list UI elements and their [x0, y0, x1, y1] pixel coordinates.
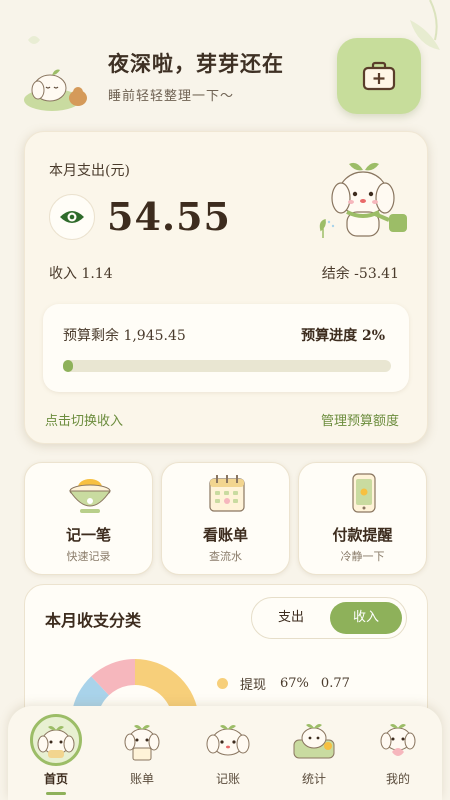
- legend-name: 提现: [240, 678, 267, 693]
- budget-progress-text: 预算进度 2%: [301, 328, 385, 344]
- income-value: 收入 1.14: [49, 266, 113, 282]
- tab-income[interactable]: 收入: [330, 602, 402, 634]
- active-indicator: [46, 792, 66, 795]
- nav-home[interactable]: 首页: [18, 706, 94, 800]
- budget-remaining: 预算剩余 1,945.45: [63, 328, 186, 344]
- first-aid-kit-icon: [362, 61, 396, 91]
- budget-progress-fill: [63, 360, 73, 372]
- nav-stats-label: 统计: [301, 772, 326, 786]
- puppy-profile-icon: [380, 724, 416, 756]
- nav-bill-label: 账单: [129, 772, 154, 786]
- puppy-stats-icon: [293, 724, 335, 759]
- phone-icon: [352, 473, 376, 513]
- monthly-expense-label: 本月支出(元): [49, 163, 130, 179]
- quick-record-card[interactable]: 记一笔 快速记录: [24, 462, 153, 575]
- greeting-title: 夜深啦，芽芽还在: [108, 51, 284, 76]
- monthly-summary-card: 本月支出(元) 54.55 收入 1.14 结余 -53.41 预算剩余 1,9…: [24, 131, 428, 444]
- tab-expense[interactable]: 支出: [256, 602, 326, 634]
- nav-record[interactable]: 记账: [190, 706, 266, 800]
- legend-value: 0.77: [320, 676, 350, 691]
- rice-bowl-icon: [69, 479, 111, 513]
- nav-bill[interactable]: 账单: [104, 706, 180, 800]
- puppy-bill-icon: [124, 725, 160, 761]
- view-bill-title: 看账单: [202, 526, 248, 544]
- visibility-toggle-button[interactable]: [49, 194, 95, 240]
- eye-icon: [60, 211, 84, 223]
- budget-panel: 预算剩余 1,945.45 预算进度 2%: [43, 304, 409, 392]
- puppy-home-icon: [37, 726, 75, 758]
- nav-stats[interactable]: 统计: [276, 706, 352, 800]
- nav-mine[interactable]: 我的: [360, 706, 436, 800]
- payment-reminder-title: 付款提醒: [332, 526, 393, 544]
- switch-to-income-link[interactable]: 点击切换收入: [45, 410, 123, 429]
- expense-amount: 54.55: [107, 194, 231, 239]
- payment-reminder-subtitle: 冷静一下: [340, 550, 385, 563]
- quick-record-title: 记一笔: [65, 526, 111, 544]
- manage-budget-link[interactable]: 管理预算额度: [321, 410, 399, 429]
- view-bill-card[interactable]: 看账单 查流水: [161, 462, 290, 575]
- category-title: 本月收支分类: [45, 611, 142, 630]
- watering-puppy-illustration: [319, 162, 407, 238]
- payment-reminder-card[interactable]: 付款提醒 冷静一下: [298, 462, 427, 575]
- calendar-icon: [209, 475, 245, 512]
- balance-value: 结余 -53.41: [321, 266, 399, 282]
- legend-color-dot: [217, 678, 228, 689]
- budget-progress-bar: [63, 360, 391, 372]
- legend-item: 提现 67% 0.77: [217, 674, 350, 693]
- bottom-navigation: 首页 账单 记账 统计 我的: [8, 706, 442, 800]
- legend-percent: 67%: [280, 676, 309, 691]
- kit-button[interactable]: [337, 38, 421, 114]
- expense-income-switch: 支出 收入: [251, 597, 407, 639]
- nav-home-label: 首页: [43, 772, 68, 786]
- nav-record-label: 记账: [215, 772, 240, 786]
- sleeping-puppy-illustration: [24, 69, 87, 111]
- puppy-record-icon: [206, 725, 250, 756]
- greeting-subtitle: 睡前轻轻整理一下～: [108, 89, 235, 104]
- nav-mine-label: 我的: [385, 772, 410, 786]
- view-bill-subtitle: 查流水: [209, 550, 242, 563]
- quick-record-subtitle: 快速记录: [66, 550, 111, 563]
